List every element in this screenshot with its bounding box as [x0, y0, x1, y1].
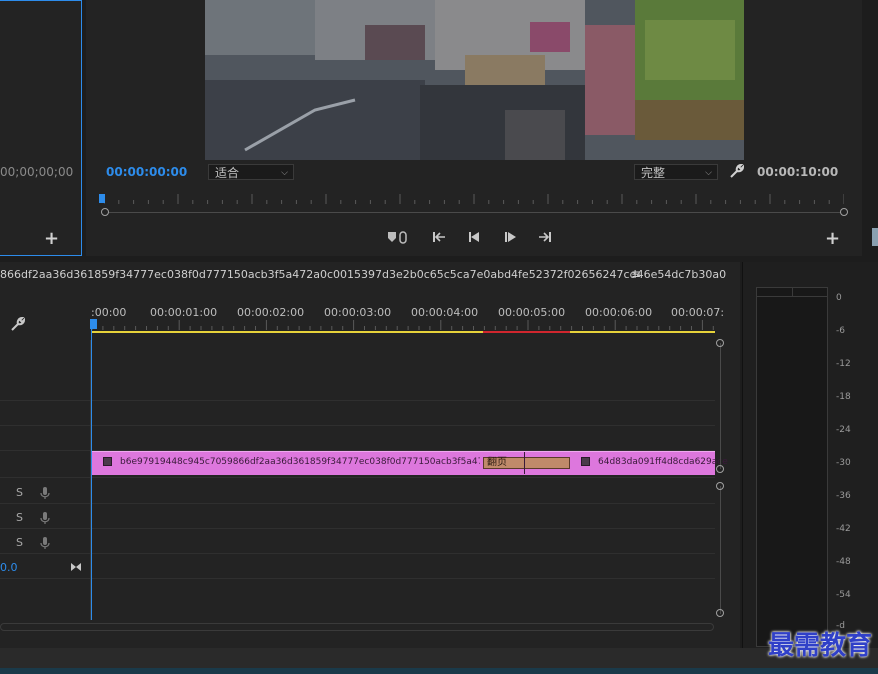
- step-forward-button[interactable]: [503, 229, 519, 248]
- program-video-frame: [205, 0, 744, 160]
- wrench-icon[interactable]: [729, 163, 745, 183]
- ruler-label: 00:00:03:00: [324, 306, 392, 319]
- timeline-playhead-handle[interactable]: [90, 319, 97, 329]
- timeline-horizontal-scrollbar[interactable]: [0, 623, 714, 631]
- step-back-button[interactable]: [467, 229, 483, 248]
- ruler-label: 00:00:07:: [671, 306, 725, 319]
- timeline-ruler-ticks[interactable]: [92, 320, 715, 330]
- track-divider: [0, 528, 715, 529]
- program-ruler-ticks: [104, 194, 844, 204]
- go-to-out-icon: [539, 232, 551, 242]
- master-volume-value[interactable]: 0.0: [0, 561, 18, 574]
- source-add-button[interactable]: +: [44, 230, 59, 248]
- ruler-label: 00:00:05:00: [498, 306, 566, 319]
- clip-b-name: 64d83da091ff4d8cda629ace: [598, 457, 728, 467]
- fit-select-value: 适合: [215, 166, 240, 180]
- scroll-handle-bottom[interactable]: [716, 609, 724, 617]
- chevron-down-icon: ⌵: [705, 168, 712, 178]
- db-label: -42: [836, 524, 851, 534]
- sequence-tab-title[interactable]: 866df2aa36d361859f34777ec038f0d777150acb…: [0, 268, 726, 281]
- fx-badge-icon: [103, 457, 112, 466]
- db-label: -30: [836, 458, 851, 468]
- timeline-settings-wrench-icon[interactable]: [10, 316, 26, 336]
- panel-edge-tab[interactable]: [872, 228, 878, 246]
- db-label: -24: [836, 425, 851, 435]
- render-status-bar: [483, 331, 570, 333]
- solo-button-a3[interactable]: S: [16, 536, 23, 549]
- microphone-icon[interactable]: [39, 485, 51, 504]
- taskbar-strip: [0, 668, 878, 674]
- page-peel-transition[interactable]: 翻页: [483, 457, 570, 469]
- ruler-label: :00:00: [91, 306, 127, 319]
- go-to-in-icon: [433, 232, 445, 242]
- video-track-scrollbar[interactable]: [720, 343, 721, 469]
- db-label: -18: [836, 392, 851, 402]
- sequence-menu-icon[interactable]: ≡: [631, 267, 641, 281]
- program-current-timecode[interactable]: 00:00:00:00: [106, 165, 187, 179]
- program-scrub-ruler[interactable]: [104, 212, 844, 213]
- microphone-icon[interactable]: [39, 535, 51, 554]
- master-track-bowtie-icon[interactable]: [70, 557, 82, 576]
- audio-track-scrollbar[interactable]: [720, 486, 721, 614]
- timeline-playhead-line[interactable]: [91, 320, 92, 620]
- fx-badge-icon: [581, 457, 590, 466]
- scroll-handle-bottom[interactable]: [716, 465, 724, 473]
- chevron-down-icon: ⌵: [281, 168, 288, 178]
- solo-button-a1[interactable]: S: [16, 486, 23, 499]
- microphone-icon[interactable]: [39, 510, 51, 529]
- watermark-logo: 最需教育: [767, 631, 872, 661]
- db-label: -36: [836, 491, 851, 501]
- track-divider: [0, 553, 715, 554]
- source-timecode[interactable]: 00;00;00;00: [0, 165, 73, 179]
- track-divider: [0, 425, 715, 426]
- track-divider: [0, 578, 715, 579]
- transition-label: 翻页: [487, 457, 507, 468]
- meter-channel-divider: [792, 288, 793, 296]
- clip-a-name: b6e97919448c945c7059866df2aa36d361859f34…: [120, 457, 480, 467]
- program-playhead[interactable]: [99, 194, 105, 203]
- marker-icon: [388, 231, 407, 244]
- audio-meter-bars: [756, 287, 828, 647]
- video-frame-image: [205, 0, 744, 160]
- zoom-handle-left[interactable]: [101, 208, 109, 216]
- program-add-button[interactable]: +: [825, 230, 840, 248]
- db-label: -12: [836, 359, 851, 369]
- track-divider: [0, 400, 715, 401]
- ruler-label: 00:00:06:00: [585, 306, 653, 319]
- video-clip[interactable]: b6e97919448c945c7059866df2aa36d361859f34…: [92, 451, 728, 475]
- track-divider: [0, 477, 715, 478]
- work-area-bar[interactable]: [92, 331, 715, 333]
- add-marker-button[interactable]: [386, 229, 410, 249]
- track-divider: [0, 503, 715, 504]
- quality-select-value: 完整: [641, 166, 666, 180]
- step-forward-icon: [505, 232, 516, 242]
- meter-peak-line: [757, 296, 827, 297]
- ruler-label: 00:00:04:00: [411, 306, 479, 319]
- scroll-handle-top[interactable]: [716, 339, 724, 347]
- go-to-out-button[interactable]: [537, 229, 553, 248]
- solo-button-a2[interactable]: S: [16, 511, 23, 524]
- db-label: -54: [836, 590, 851, 600]
- scroll-handle-top[interactable]: [716, 482, 724, 490]
- ruler-label: 00:00:01:00: [150, 306, 218, 319]
- source-monitor-panel: [0, 0, 82, 256]
- db-label: 0: [836, 293, 842, 303]
- fit-select[interactable]: 适合 ⌵: [208, 164, 294, 180]
- program-duration-timecode: 00:00:10:00: [757, 165, 839, 179]
- db-label: -6: [836, 326, 845, 336]
- ruler-label: 00:00:02:00: [237, 306, 305, 319]
- db-label: -48: [836, 557, 851, 567]
- quality-select[interactable]: 完整 ⌵: [634, 164, 718, 180]
- edit-point: [524, 452, 525, 474]
- go-to-in-button[interactable]: [431, 229, 447, 248]
- step-back-icon: [469, 232, 479, 242]
- zoom-handle-right[interactable]: [840, 208, 848, 216]
